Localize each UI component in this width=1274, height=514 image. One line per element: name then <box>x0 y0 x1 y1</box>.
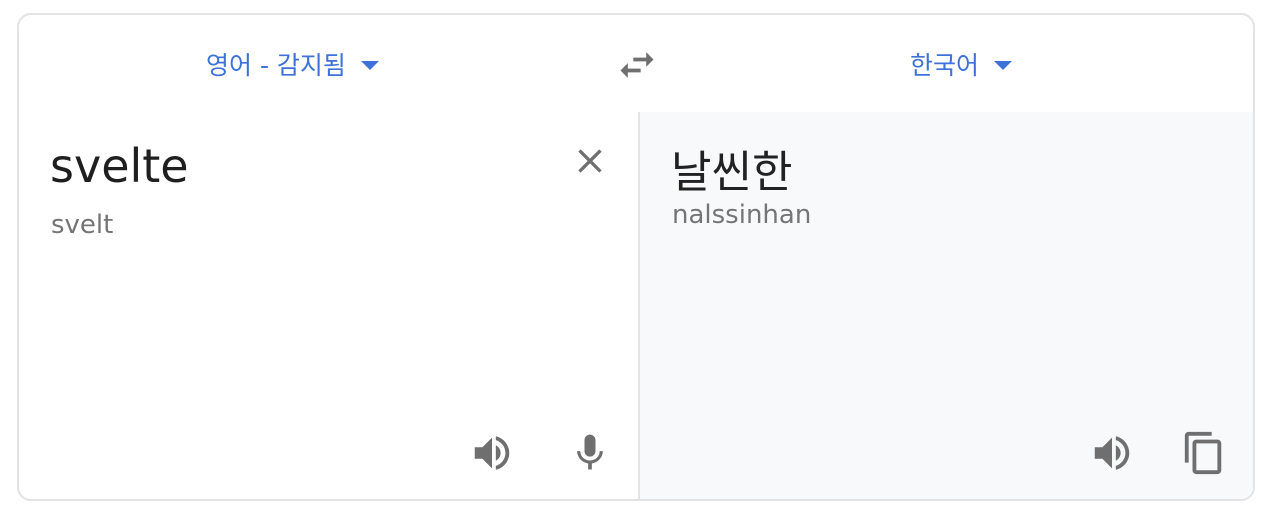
swap-languages-button[interactable] <box>615 43 659 87</box>
translate-card: 영어 - 감지됨 한국어 svelte svelt 날씬한 nalssinhan <box>17 13 1255 501</box>
source-language-selector[interactable]: 영어 - 감지됨 <box>206 15 379 112</box>
swap-arrows-icon <box>620 52 654 78</box>
close-icon <box>578 149 602 173</box>
source-pane: svelte svelt <box>19 112 638 499</box>
microphone-icon <box>577 434 603 470</box>
target-language-label: 한국어 <box>910 50 980 80</box>
target-language-selector[interactable]: 한국어 <box>910 15 1013 112</box>
translated-text: 날씬한 <box>671 147 793 198</box>
clear-button[interactable] <box>567 138 613 184</box>
caret-down-icon <box>994 60 1013 70</box>
source-text[interactable]: svelte <box>50 139 189 193</box>
language-bar: 영어 - 감지됨 한국어 <box>19 15 1253 114</box>
source-language-label: 영어 - 감지됨 <box>206 50 346 80</box>
caret-down-icon <box>360 60 379 70</box>
copy-translation-button[interactable] <box>1181 430 1227 476</box>
listen-source-button[interactable] <box>469 430 515 476</box>
speaker-icon <box>474 436 510 470</box>
speaker-icon <box>1094 436 1130 470</box>
source-transliteration: svelt <box>51 210 114 240</box>
target-transliteration: nalssinhan <box>672 200 812 230</box>
copy-icon <box>1184 431 1222 475</box>
target-pane: 날씬한 nalssinhan <box>638 112 1253 499</box>
listen-translation-button[interactable] <box>1089 430 1135 476</box>
microphone-button[interactable] <box>567 430 613 476</box>
